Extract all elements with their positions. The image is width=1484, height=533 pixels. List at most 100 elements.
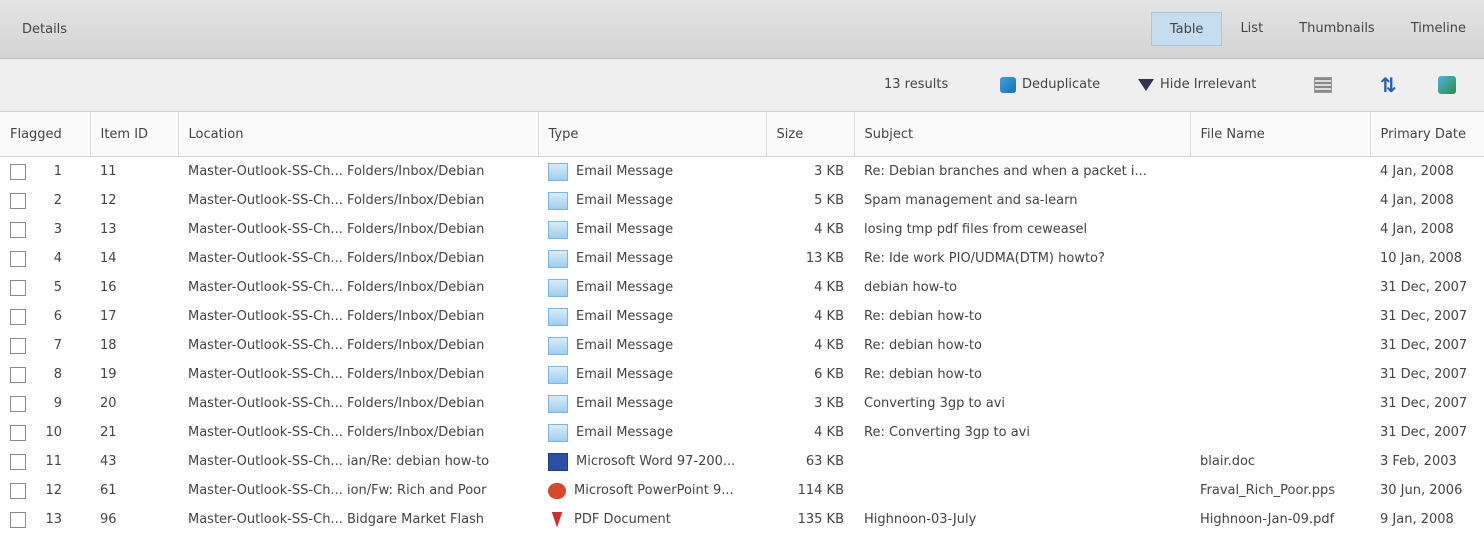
- primary-date-cell: 31 Dec, 2007: [1380, 396, 1468, 411]
- subject-cell: Re: debian how-to: [864, 309, 982, 324]
- type-label: Email Message: [576, 309, 674, 324]
- column-header-flagged[interactable]: Flagged: [0, 112, 91, 157]
- column-header-subject[interactable]: Subject: [854, 112, 1191, 157]
- column-header-file-name[interactable]: File Name: [1190, 112, 1371, 157]
- primary-date-cell: 31 Dec, 2007: [1380, 367, 1468, 382]
- tab-list[interactable]: List: [1222, 12, 1281, 46]
- primary-date-cell: 10 Jan, 2008: [1380, 251, 1463, 266]
- flag-checkbox[interactable]: [10, 482, 26, 499]
- flagged-cell: 1: [0, 157, 90, 187]
- item-id-cell: 14: [100, 251, 117, 266]
- flag-checkbox[interactable]: [10, 192, 26, 209]
- email-icon: [548, 220, 568, 239]
- table-row[interactable]: 13 96 Master-Outlook-SS-Ch... Bidgare Mark…: [0, 505, 1484, 533]
- type-cell: Microsoft PowerPoint 9...: [538, 476, 766, 505]
- type-label: Email Message: [576, 367, 674, 382]
- location-cell: Master-Outlook-SS-Ch... Folders/Inbox/De…: [188, 309, 485, 324]
- table-row[interactable]: 5 16 Master-Outlook-SS-Ch... Folders/Inbox…: [0, 273, 1484, 302]
- row-number: 1: [53, 164, 62, 179]
- row-number: 9: [53, 396, 62, 411]
- flag-checkbox[interactable]: [10, 279, 26, 296]
- subject-cell: Re: Ide work PIO/UDMA(DTM) howto?: [864, 251, 1105, 266]
- sort-button[interactable]: ⇅: [1380, 59, 1397, 111]
- column-header-location[interactable]: Location: [178, 112, 539, 157]
- table-header-row: Flagged Item ID Location Type Size Subje…: [0, 112, 1484, 157]
- file-name-cell: [1190, 389, 1370, 418]
- file-name-cell: [1190, 215, 1370, 244]
- type-cell: Email Message: [538, 244, 766, 273]
- flag-checkbox[interactable]: [10, 163, 26, 180]
- item-id-cell: 21: [100, 425, 117, 440]
- flag-checkbox[interactable]: [10, 453, 26, 470]
- size-cell: 4 KB: [814, 280, 844, 295]
- column-header-item-id[interactable]: Item ID: [90, 112, 179, 157]
- column-settings-button[interactable]: [1314, 59, 1332, 111]
- email-icon: [548, 191, 568, 210]
- item-id-cell: 96: [100, 512, 117, 527]
- flag-checkbox[interactable]: [10, 308, 26, 325]
- email-icon: [548, 278, 568, 297]
- location-cell: Master-Outlook-SS-Ch... Folders/Inbox/De…: [188, 193, 485, 208]
- type-cell: Email Message: [538, 273, 766, 302]
- type-cell: Email Message: [538, 418, 766, 447]
- row-number: 4: [53, 251, 62, 266]
- table-row[interactable]: 7 18 Master-Outlook-SS-Ch... Folders/Inbox…: [0, 331, 1484, 360]
- ppt-icon: [548, 482, 566, 499]
- flag-checkbox[interactable]: [10, 424, 26, 441]
- table-row[interactable]: 1 11 Master-Outlook-SS-Ch... Folders/Inbox…: [0, 157, 1484, 187]
- location-cell: Master-Outlook-SS-Ch... ion/Fw: Rich and…: [188, 483, 487, 498]
- primary-date-cell: 31 Dec, 2007: [1380, 338, 1468, 353]
- table-row[interactable]: 10 21 Master-Outlook-SS-Ch... Folders/Inbo…: [0, 418, 1484, 447]
- tab-timeline[interactable]: Timeline: [1393, 12, 1484, 46]
- location-cell: Master-Outlook-SS-Ch... Folders/Inbox/De…: [188, 280, 485, 295]
- flag-checkbox[interactable]: [10, 221, 26, 238]
- flag-checkbox[interactable]: [10, 366, 26, 383]
- table-row[interactable]: 2 12 Master-Outlook-SS-Ch... Folders/Inbox…: [0, 186, 1484, 215]
- row-number: 6: [53, 309, 62, 324]
- flag-checkbox[interactable]: [10, 511, 26, 528]
- table-row[interactable]: 12 61 Master-Outlook-SS-Ch... ion/Fw: Rich…: [0, 476, 1484, 505]
- flagged-cell: 6: [0, 302, 90, 331]
- type-label: Email Message: [576, 222, 674, 237]
- email-icon: [548, 307, 568, 326]
- hide-irrelevant-button[interactable]: Hide Irrelevant: [1138, 59, 1256, 111]
- email-icon: [548, 423, 568, 442]
- column-header-size[interactable]: Size: [766, 112, 855, 157]
- file-name-cell: [1190, 186, 1370, 215]
- item-id-cell: 61: [100, 483, 117, 498]
- panel-title: Details: [22, 22, 68, 37]
- table-row[interactable]: 8 19 Master-Outlook-SS-Ch... Folders/Inbox…: [0, 360, 1484, 389]
- results-table: Flagged Item ID Location Type Size Subje…: [0, 112, 1484, 533]
- location-cell: Master-Outlook-SS-Ch... Folders/Inbox/De…: [188, 425, 485, 440]
- table-row[interactable]: 9 20 Master-Outlook-SS-Ch... Folders/Inbox…: [0, 389, 1484, 418]
- primary-date-cell: 4 Jan, 2008: [1380, 193, 1454, 208]
- item-id-cell: 18: [100, 338, 117, 353]
- size-cell: 3 KB: [814, 164, 844, 179]
- flag-checkbox[interactable]: [10, 395, 26, 412]
- deduplicate-button[interactable]: Deduplicate: [1000, 59, 1100, 111]
- tab-thumbnails[interactable]: Thumbnails: [1281, 12, 1393, 46]
- size-cell: 135 KB: [797, 512, 844, 527]
- subject-cell: [854, 447, 1190, 476]
- subject-cell: Re: Converting 3gp to avi: [864, 425, 1030, 440]
- deduplicate-icon: [1000, 77, 1016, 93]
- item-id-cell: 20: [100, 396, 117, 411]
- flagged-cell: 7: [0, 331, 90, 360]
- primary-date-cell: 3 Feb, 2003: [1380, 454, 1457, 469]
- export-button[interactable]: [1438, 59, 1456, 111]
- type-label: Email Message: [576, 251, 674, 266]
- table-row[interactable]: 4 14 Master-Outlook-SS-Ch... Folders/Inbox…: [0, 244, 1484, 273]
- table-row[interactable]: 3 13 Master-Outlook-SS-Ch... Folders/Inbox…: [0, 215, 1484, 244]
- location-cell: Master-Outlook-SS-Ch... Folders/Inbox/De…: [188, 251, 485, 266]
- column-header-primary-date[interactable]: Primary Date: [1370, 112, 1484, 157]
- flag-checkbox[interactable]: [10, 337, 26, 354]
- column-header-type[interactable]: Type: [538, 112, 767, 157]
- size-cell: 4 KB: [814, 425, 844, 440]
- flag-checkbox[interactable]: [10, 250, 26, 267]
- grid-icon: [1314, 77, 1332, 93]
- subject-cell: debian how-to: [864, 280, 958, 295]
- tab-table[interactable]: Table: [1150, 12, 1223, 46]
- table-row[interactable]: 11 43 Master-Outlook-SS-Ch... ian/Re: debi…: [0, 447, 1484, 476]
- location-cell: Master-Outlook-SS-Ch... Bidgare Market F…: [188, 512, 485, 527]
- table-row[interactable]: 6 17 Master-Outlook-SS-Ch... Folders/Inbox…: [0, 302, 1484, 331]
